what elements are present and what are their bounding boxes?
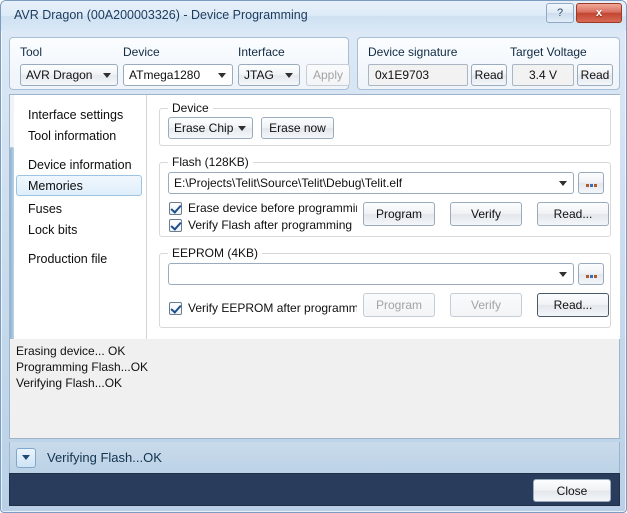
flash-file-combobox[interactable]: E:\Projects\Telit\Source\Telit\Debug\Tel… — [168, 172, 574, 194]
device-combobox-value: ATmega1280 — [129, 68, 201, 82]
tool-combobox-value: AVR Dragon — [26, 68, 93, 82]
checkbox-checked-icon — [169, 218, 182, 232]
sidebar-item-label: Production file — [28, 251, 108, 266]
device-combobox[interactable]: ATmega1280 — [123, 64, 233, 86]
chevron-down-icon — [218, 73, 226, 78]
eeprom-file-combobox[interactable] — [168, 263, 574, 285]
chevron-down-icon — [559, 181, 567, 186]
device-programming-window: AVR Dragon (00A200003326) - Device Progr… — [0, 0, 627, 513]
flash-browse-button[interactable] — [578, 172, 604, 194]
sidebar-item-label: Lock bits — [28, 222, 78, 237]
eeprom-group-legend: EEPROM (4KB) — [168, 246, 263, 260]
close-dialog-button[interactable]: Close — [533, 479, 611, 502]
sidebar-item-memories[interactable]: Memories — [16, 175, 142, 196]
tool-combobox[interactable]: AVR Dragon — [20, 64, 118, 86]
eeprom-verify-button[interactable]: Verify — [450, 293, 522, 317]
target-voltage-field: 3.4 V — [512, 64, 574, 86]
flash-group: Flash (128KB) E:\Projects\Telit\Source\T… — [159, 155, 611, 237]
erase-now-button[interactable]: Erase now — [261, 117, 334, 139]
status-message: Verifying Flash...OK — [47, 450, 162, 465]
erase-mode-combobox[interactable]: Erase Chip — [168, 117, 253, 139]
sidebar-scrollbar-thumb[interactable] — [10, 147, 14, 357]
interface-combobox[interactable]: JTAG — [238, 64, 300, 86]
sidebar-item-device-information[interactable]: Device information — [16, 154, 142, 175]
sidebar-item-label: Fuses — [28, 201, 63, 216]
device-group: Device Erase Chip Erase now — [159, 101, 611, 146]
sidebar-item-tool-information[interactable]: Tool information — [16, 125, 142, 146]
flash-file-path: E:\Projects\Telit\Source\Telit\Debug\Tel… — [174, 176, 403, 190]
device-signature-field: 0x1E9703 — [368, 64, 468, 86]
device-group-legend: Device — [168, 101, 213, 115]
interface-combobox-value: JTAG — [244, 68, 274, 82]
close-window-button[interactable]: x — [576, 3, 622, 23]
sidebar-item-label: Interface settings — [28, 107, 124, 122]
help-button[interactable]: ? — [546, 3, 574, 23]
chevron-down-icon — [103, 73, 111, 78]
target-voltage-label: Target Voltage — [510, 45, 587, 59]
flash-read-button[interactable]: Read... — [537, 202, 609, 226]
tool-label: Tool — [20, 45, 43, 59]
sidebar-item-label: Memories — [28, 178, 83, 193]
ellipsis-icon — [585, 274, 597, 278]
erase-mode-value: Erase Chip — [174, 121, 234, 135]
chevron-down-icon — [22, 455, 30, 460]
eeprom-program-button[interactable]: Program — [363, 293, 435, 317]
read-voltage-button[interactable]: Read — [577, 64, 613, 86]
verify-eeprom-after-programming-checkbox[interactable]: Verify EEPROM after programming — [169, 300, 357, 316]
eeprom-group: EEPROM (4KB) Verify EEPROM after program… — [159, 246, 611, 328]
tool-selection-panel: Tool Device Interface AVR Dragon ATmega1… — [9, 37, 350, 90]
checkbox-checked-icon — [169, 301, 182, 315]
flash-group-legend: Flash (128KB) — [168, 155, 253, 169]
flash-verify-button[interactable]: Verify — [450, 202, 522, 226]
device-status-panel: Device signature Target Voltage 0x1E9703… — [357, 37, 620, 90]
verify-eeprom-after-programming-label: Verify EEPROM after programming — [188, 301, 357, 315]
erase-device-before-programming-checkbox[interactable]: Erase device before programming — [169, 200, 357, 216]
sidebar-item-production-file[interactable]: Production file — [16, 248, 142, 269]
device-signature-label: Device signature — [368, 45, 458, 59]
verify-flash-after-programming-checkbox[interactable]: Verify Flash after programming — [169, 217, 357, 233]
eeprom-browse-button[interactable] — [578, 263, 604, 285]
sidebar-item-fuses[interactable]: Fuses — [16, 198, 142, 219]
sidebar-item-interface-settings[interactable]: Interface settings — [16, 104, 142, 125]
chevron-down-icon — [238, 126, 246, 131]
apply-button[interactable]: Apply — [306, 64, 350, 86]
title-bar: AVR Dragon (00A200003326) - Device Progr… — [1, 1, 626, 31]
interface-label: Interface — [238, 45, 285, 59]
log-output: Erasing device... OK Programming Flash..… — [9, 339, 620, 439]
sidebar-item-label: Tool information — [28, 128, 117, 143]
status-expand-toggle[interactable] — [16, 447, 36, 468]
verify-flash-after-programming-label: Verify Flash after programming — [188, 218, 353, 232]
device-label: Device — [123, 45, 160, 59]
flash-program-button[interactable]: Program — [363, 202, 435, 226]
eeprom-read-button[interactable]: Read... — [537, 293, 609, 317]
status-bar: Verifying Flash...OK — [9, 442, 620, 473]
read-signature-button[interactable]: Read — [471, 64, 507, 86]
ellipsis-icon — [585, 183, 597, 187]
sidebar-item-label: Device information — [28, 157, 132, 172]
chevron-down-icon — [285, 73, 293, 78]
checkbox-checked-icon — [169, 201, 182, 215]
erase-device-before-programming-label: Erase device before programming — [188, 201, 357, 215]
chevron-down-icon — [559, 272, 567, 277]
dialog-footer: Close — [9, 473, 620, 506]
sidebar-item-lock-bits[interactable]: Lock bits — [16, 219, 142, 240]
window-title: AVR Dragon (00A200003326) - Device Progr… — [14, 8, 308, 22]
